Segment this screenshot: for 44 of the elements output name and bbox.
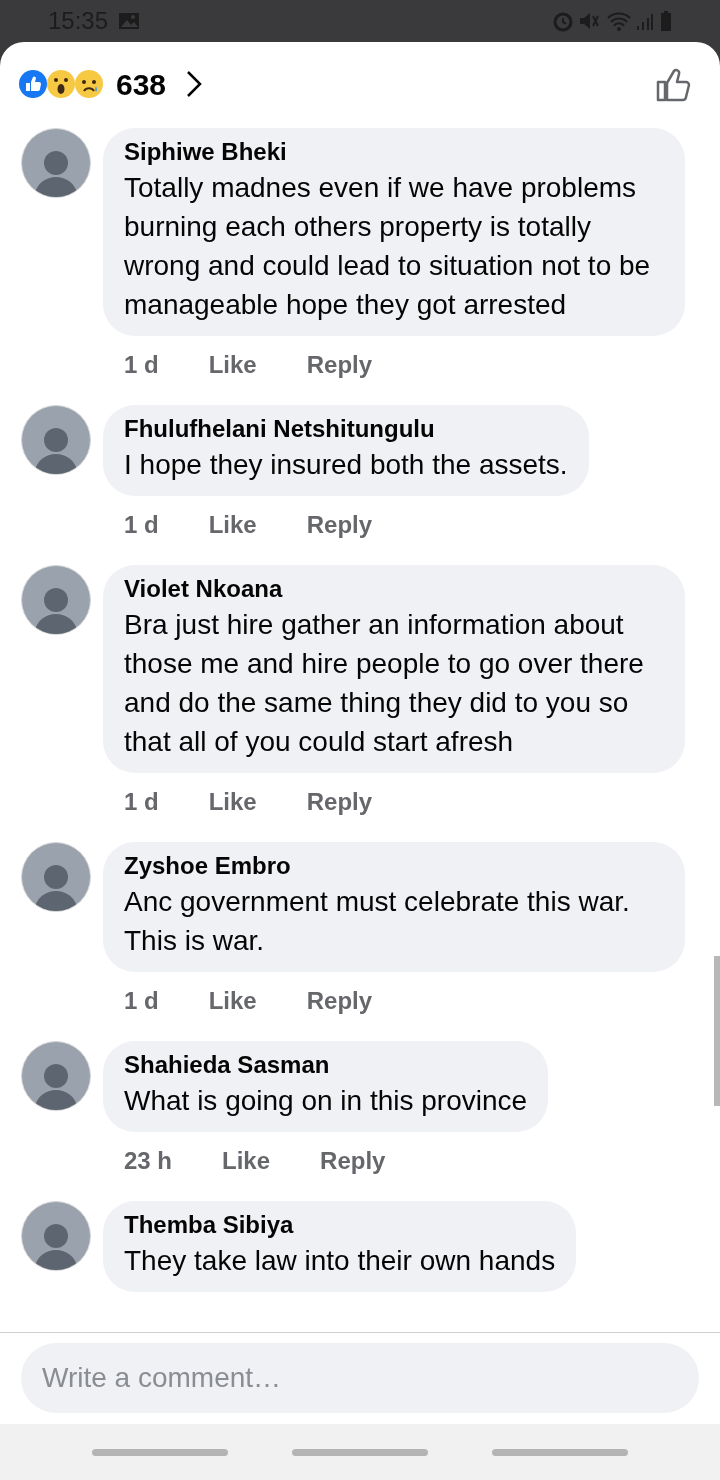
wow-reaction-icon (46, 69, 76, 99)
like-button[interactable]: Like (208, 986, 257, 1016)
comment-time: 1 d (124, 787, 159, 817)
commenter-name[interactable]: Shahieda Sasman (124, 1049, 528, 1081)
comment-text: Anc government must celebrate this war. This is war. (124, 885, 631, 958)
comment-time: 1 d (124, 350, 159, 380)
comment-time: 1 d (124, 510, 159, 540)
reply-button[interactable]: Reply (306, 350, 373, 380)
commenter-name[interactable]: Fhulufhelani Netshitungulu (124, 413, 568, 445)
mute-icon (578, 10, 600, 32)
commenter-name[interactable]: Violet Nkoana (124, 573, 664, 605)
comment-text: I hope they insured both the assets. (124, 448, 568, 482)
nav-handle[interactable] (492, 1448, 628, 1456)
comment-time: 23 h (124, 1146, 173, 1176)
alarm-icon (552, 10, 574, 32)
comment-time: 1 d (124, 986, 159, 1016)
sad-reaction-icon (74, 69, 104, 99)
reply-button[interactable]: Reply (306, 787, 373, 817)
image-icon (118, 12, 141, 30)
like-reaction-icon (18, 69, 48, 99)
thumbs-up-icon (656, 66, 692, 102)
reactions-summary[interactable]: 638 (18, 61, 203, 107)
comment-text: Bra just hire gather an information about those me and hire people to go over there and do the same thing they did to you so that all of you could start afresh (124, 608, 645, 759)
like-button[interactable] (656, 66, 692, 102)
commenter-name[interactable]: Zyshoe Embro (124, 850, 664, 882)
nav-handle[interactable] (92, 1448, 228, 1456)
comment-text: They take law into their own hands (124, 1244, 556, 1278)
like-button[interactable]: Like (208, 787, 257, 817)
battery-icon (660, 10, 672, 32)
comment-text: Totally madnes even if we have problems burning each others property is totally wrong and could lead to situation not to be manageable hope they got arrested (124, 171, 652, 322)
wifi-icon (606, 10, 632, 32)
comment-input[interactable]: Write a comment… (21, 1343, 699, 1413)
reaction-count: 638 (116, 66, 167, 103)
commenter-name[interactable]: Themba Sibiya (124, 1209, 556, 1241)
reply-button[interactable]: Reply (306, 986, 373, 1016)
commenter-name[interactable]: Siphiwe Bheki (124, 136, 664, 168)
reply-button[interactable]: Reply (320, 1146, 386, 1176)
like-button[interactable]: Like (222, 1146, 271, 1176)
like-button[interactable]: Like (208, 510, 257, 540)
chevron-right-icon (186, 70, 203, 98)
comment-text: What is going on in this province (124, 1084, 528, 1118)
nav-handle[interactable] (292, 1448, 428, 1456)
like-button[interactable]: Like (208, 350, 257, 380)
reply-button[interactable]: Reply (306, 510, 373, 540)
